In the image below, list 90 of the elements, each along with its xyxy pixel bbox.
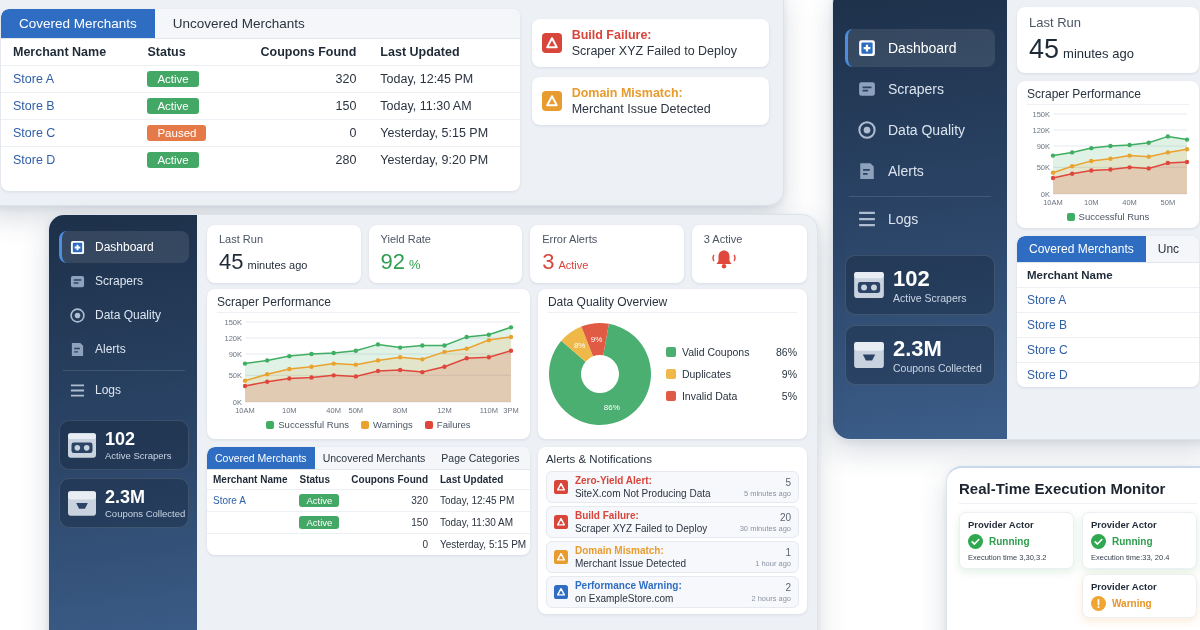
legend-label: Valid Coupons [681,346,750,358]
legend-value: 86% [776,346,797,358]
stat-value: 2.3M [105,487,147,508]
alert-title: Build Failure: [571,28,653,42]
slice-label: 86% [603,402,620,412]
alert-title: Performance Warning: [574,580,682,591]
legend-value: 9% [781,368,797,380]
stat-label: Active Scrapers [105,450,172,461]
stat-label: Coupons Collected [105,508,186,519]
kpi-value: 45 [1029,34,1060,65]
kpi-unit: Active [558,259,589,271]
column-header: Merchant Name [1027,269,1113,281]
column-header: Coupons Found [230,39,369,66]
alert-message: Merchant Issue Detected [574,558,687,569]
timestamp: Today, 12:45 PM [380,72,474,86]
card-title: Alerts & Notifications [545,453,653,467]
column-header: Status [293,470,346,490]
kpi-unit: minutes ago [1063,46,1134,61]
chart-title: Data Quality Overview [547,295,797,313]
alert-message: Scraper XYZ Failed to Deploy [574,523,708,534]
kpi-value: 45 [219,249,244,275]
timestamp: Today, 11:30 AM [380,99,472,113]
column-header: Last Updated [434,470,530,490]
status-badge: Active [147,152,199,168]
alert-message: Merchant Issue Detected [571,102,711,116]
window-title: Real-Time Execution Monitor [959,480,1197,504]
slice-label: 9% [590,335,603,345]
kpi-value: 92 [380,249,406,275]
status-label: Running [989,536,1030,547]
stat-label: Active Scrapers [893,292,967,304]
alert-message: Scraper XYZ Failed to Deploy [571,44,737,58]
kpi-unit: minutes ago [247,259,308,271]
timestamp: Today, 11:30 AM [440,517,513,528]
status-badge: Active [299,494,340,507]
legend-label: Successful Runs [1078,211,1150,222]
actor-name: Provider Actor [968,519,1035,530]
coupon-count: 320 [411,495,428,506]
stat-value: 102 [893,266,931,292]
timestamp: Yesterday, 9:20 PM [380,153,489,167]
status-badge: Active [147,98,199,114]
alert-title: Build Failure: [574,510,640,521]
alert-message: on ExampleStore.com [574,593,675,604]
kpi-unit: % [409,257,421,272]
status-badge: Active [299,516,340,529]
alert-count: 20 [779,511,791,523]
status-label: Running [1112,536,1153,547]
alert-count: 2 [785,581,791,593]
timestamp: Yesterday, 5:15 PM [440,539,527,550]
alert-title: Zero-Yield Alert: [574,475,653,486]
chart-title: Scraper Performance [1027,87,1189,105]
coupon-count: 320 [335,72,357,86]
status-badge: Paused [147,125,207,141]
column-header: Merchant Name [207,470,294,490]
stat-value: 2.3M [893,336,943,362]
coupon-count: 150 [335,99,357,113]
coupon-count: 0 [422,539,428,550]
timestamp: Today, 12:45 PM [440,495,515,506]
kpi-label: Error Alerts [542,233,599,245]
alert-title: Domain Mismatch: [574,545,665,556]
coupon-count: 0 [349,126,357,140]
kpi-label: Last Run [1029,15,1083,30]
alert-title: Domain Mismatch: [571,86,684,100]
legend-label: Invalid Data [681,390,738,402]
legend-label: Duplicates [681,368,731,380]
slice-label: 8% [573,341,586,351]
legend-label: Successful Runs [278,419,350,430]
legend-label: Warnings [373,419,413,430]
kpi-label: Yield Rate [380,233,432,245]
coupon-count: 150 [411,517,428,528]
column-header: Status [135,39,231,66]
kpi-value: 3 [542,249,555,275]
status-label: Warning [1112,598,1152,609]
column-header: Coupons Found [345,470,434,490]
column-header: Merchant Name [1,39,136,66]
alert-message: SiteX.com Not Producing Data [574,488,711,499]
alert-count: 1 [785,546,791,558]
alert-count: 5 [785,476,791,488]
kpi-label: Last Run [219,233,265,245]
stat-value: 102 [105,429,137,450]
column-header: Last Updated [368,39,520,66]
actor-name: Provider Actor [1091,519,1158,530]
chart-title: Scraper Performance [217,295,520,313]
stat-label: Coupons Collected [893,362,982,374]
timestamp: Yesterday, 5:15 PM [380,126,489,140]
legend-label: Failures [436,419,471,430]
status-badge: Active [147,71,199,87]
actor-name: Provider Actor [1091,581,1158,592]
legend-value: 5% [781,390,797,402]
kpi-label: 3 Active [703,233,744,245]
coupon-count: 280 [335,153,357,167]
